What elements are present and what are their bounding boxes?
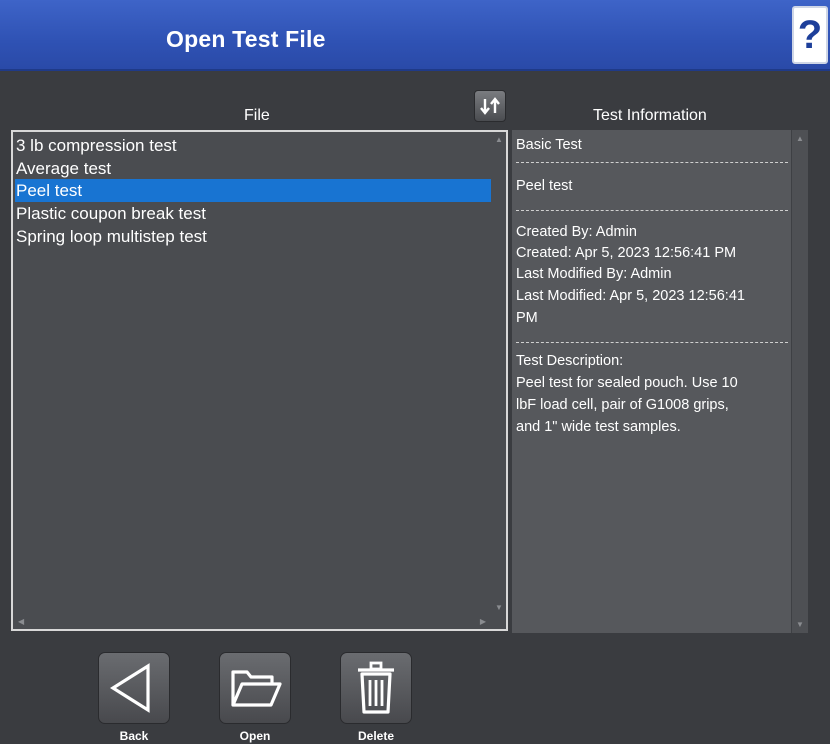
scroll-left-icon[interactable]: ◀ — [18, 617, 24, 626]
back-arrow-icon — [109, 663, 150, 713]
file-list-item[interactable]: Average test — [15, 157, 494, 180]
created-by: Created By: Admin — [516, 224, 637, 240]
last-modified-by: Last Modified By: Admin — [516, 266, 672, 282]
sort-button[interactable] — [474, 90, 506, 122]
back-label: Back — [119, 729, 149, 743]
divider — [516, 342, 788, 343]
open-label: Open — [239, 729, 271, 743]
description-line: and 1" wide test samples. — [516, 419, 681, 435]
help-button[interactable]: ? — [792, 6, 828, 64]
open-button[interactable] — [219, 652, 291, 724]
last-modified-date-cont: PM — [516, 310, 538, 326]
divider — [516, 162, 788, 163]
scroll-down-icon[interactable]: ▼ — [495, 603, 503, 612]
scroll-right-icon[interactable]: ▶ — [480, 617, 486, 626]
description-line: lbF load cell, pair of G1008 grips, — [516, 397, 729, 413]
file-list-item[interactable]: 3 lb compression test — [15, 134, 494, 157]
file-list-item[interactable]: Plastic coupon break test — [15, 202, 494, 225]
delete-button[interactable] — [340, 652, 412, 724]
info-vertical-scrollbar[interactable]: ▲ ▼ — [791, 130, 808, 633]
test-info-panel: Basic Test Peel test Created By: Admin C… — [512, 130, 808, 633]
file-list[interactable]: 3 lb compression test Average test Peel … — [11, 130, 508, 631]
title-bar: Open Test File ? — [0, 0, 830, 71]
trash-icon — [358, 661, 394, 714]
description-heading: Test Description: — [516, 353, 624, 369]
file-list-item-selected[interactable]: Peel test — [15, 179, 494, 202]
scroll-up-icon[interactable]: ▲ — [796, 134, 804, 143]
file-list-horizontal-scrollbar[interactable]: ◀ ▶ — [13, 614, 491, 629]
test-info-heading: Test Information — [593, 107, 707, 124]
last-modified-date: Last Modified: Apr 5, 2023 12:56:41 — [516, 288, 745, 304]
file-list-item[interactable]: Spring loop multistep test — [15, 225, 494, 248]
back-button[interactable] — [98, 652, 170, 724]
test-name: Peel test — [516, 178, 573, 194]
page-title: Open Test File — [166, 26, 326, 52]
file-column-heading: File — [244, 107, 270, 124]
scroll-up-icon[interactable]: ▲ — [495, 135, 503, 144]
description-line: Peel test for sealed pouch. Use 10 — [516, 375, 738, 391]
created-date: Created: Apr 5, 2023 12:56:41 PM — [516, 245, 737, 261]
help-icon: ? — [797, 13, 823, 57]
divider — [516, 210, 788, 211]
test-type: Basic Test — [516, 137, 582, 153]
folder-open-icon — [231, 670, 282, 707]
delete-label: Delete — [357, 729, 395, 743]
sort-icon — [480, 97, 500, 115]
scroll-down-icon[interactable]: ▼ — [796, 620, 804, 629]
file-list-vertical-scrollbar[interactable]: ▲ ▼ — [491, 132, 506, 614]
